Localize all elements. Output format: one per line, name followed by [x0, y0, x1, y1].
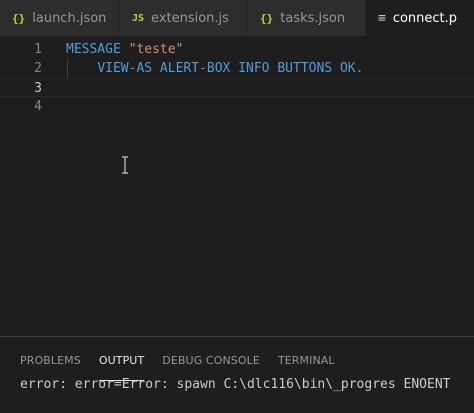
line-number: 3 [34, 81, 42, 96]
text-cursor-icon [122, 156, 128, 174]
keyword-token: VIEW-AS ALERT-BOX INFO BUTTONS OK. [97, 61, 364, 76]
vscode-window: {} launch.json JS extension.js {} tasks.… [0, 0, 474, 413]
keyword-token: MESSAGE [66, 42, 121, 57]
tab-debug-console[interactable]: DEBUG CONSOLE [162, 337, 260, 380]
panel-tab-bar: PROBLEMS OUTPUT DEBUG CONSOLE TERMINAL [20, 337, 353, 381]
code-line[interactable]: 1 MESSAGE "teste" [0, 40, 474, 59]
javascript-file-icon: JS [132, 12, 145, 24]
document-file-icon: ≡ [378, 10, 386, 26]
json-file-icon: {} [260, 11, 274, 25]
tab-launch-json[interactable]: {} launch.json [0, 0, 120, 36]
string-token: "teste" [128, 42, 184, 57]
tab-tasks-json[interactable]: {} tasks.json [248, 0, 366, 36]
line-number: 2 [34, 61, 42, 76]
line-content: MESSAGE "teste" [66, 40, 183, 59]
code-line[interactable]: 4 [0, 97, 474, 116]
code-line-current[interactable]: 3 [0, 78, 474, 97]
tab-label: connect.p [392, 10, 458, 26]
line-number: 1 [34, 42, 42, 57]
tab-extension-js[interactable]: JS extension.js [120, 0, 248, 36]
indent-guide [67, 59, 68, 78]
tab-output[interactable]: OUTPUT [98, 337, 145, 381]
json-file-icon: {} [12, 11, 26, 25]
tab-problems[interactable]: PROBLEMS [20, 337, 81, 380]
tab-connect-p[interactable]: ≡ connect.p [366, 0, 474, 36]
output-text: error: error=Error: spawn C:\dlc116\bin\… [20, 377, 451, 392]
tab-label: tasks.json [280, 10, 346, 26]
tab-terminal[interactable]: TERMINAL [278, 337, 335, 380]
line-number: 4 [34, 99, 42, 114]
line-content: VIEW-AS ALERT-BOX INFO BUTTONS OK. [66, 59, 363, 78]
code-editor[interactable]: 1 MESSAGE "teste" 2 VIEW-AS ALERT-BOX IN… [0, 36, 474, 336]
bottom-panel: PROBLEMS OUTPUT DEBUG CONSOLE TERMINAL e… [0, 336, 474, 413]
editor-tab-bar: {} launch.json JS extension.js {} tasks.… [0, 0, 474, 36]
code-line[interactable]: 2 VIEW-AS ALERT-BOX INFO BUTTONS OK. [0, 59, 474, 78]
tab-label: extension.js [151, 10, 229, 26]
tab-label: launch.json [32, 10, 107, 26]
